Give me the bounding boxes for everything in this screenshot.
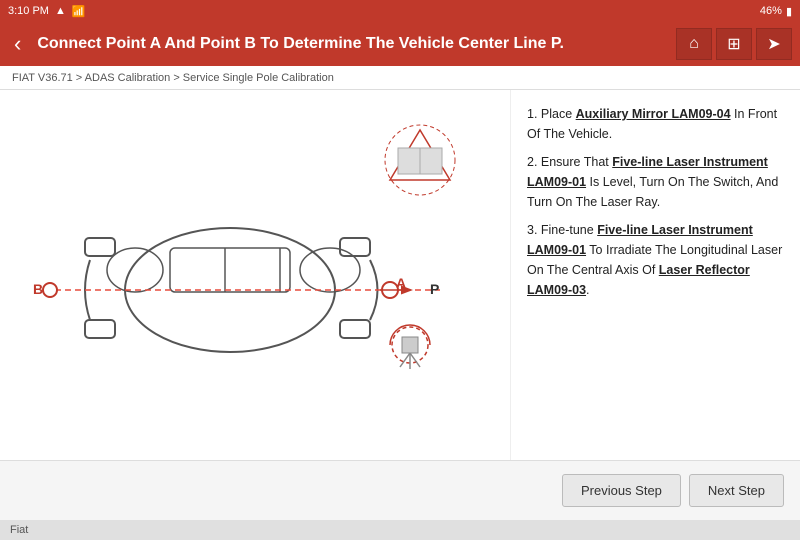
home-icon: ⌂: [689, 35, 699, 53]
main-content: B A P: [0, 90, 800, 460]
svg-text:A: A: [396, 275, 406, 291]
share-icon: ➤: [767, 34, 780, 54]
instruction-step2: 2. Ensure That Five-line Laser Instrumen…: [527, 152, 784, 212]
breadcrumb: FIAT V36.71 > ADAS Calibration > Service…: [0, 66, 800, 90]
grid-button[interactable]: ⊞: [716, 28, 752, 60]
svg-text:B: B: [33, 281, 43, 297]
bottom-bar: Fiat: [0, 520, 800, 540]
status-bar-left: 3:10 PM ▲ 📶: [8, 5, 86, 18]
car-diagram: B A P: [10, 100, 500, 440]
instruction-step1: 1. Place Auxiliary Mirror LAM09-04 In Fr…: [527, 104, 784, 144]
footer: Previous Step Next Step: [0, 460, 800, 520]
instructions-panel: 1. Place Auxiliary Mirror LAM09-04 In Fr…: [510, 90, 800, 460]
status-bar-right: 46% ▮: [760, 5, 792, 18]
brand-label: Fiat: [10, 524, 28, 536]
header: ‹ Connect Point A And Point B To Determi…: [0, 22, 800, 66]
previous-step-button[interactable]: Previous Step: [562, 474, 681, 507]
back-button[interactable]: ‹: [8, 27, 27, 61]
instruction-step3: 3. Fine-tune Five-line Laser Instrument …: [527, 220, 784, 300]
share-button[interactable]: ➤: [756, 28, 792, 60]
step3-prefix: 3. Fine-tune: [527, 223, 597, 237]
home-button[interactable]: ⌂: [676, 28, 712, 60]
grid-icon: ⊞: [727, 34, 740, 54]
battery-level: 46%: [760, 5, 782, 17]
next-step-button[interactable]: Next Step: [689, 474, 784, 507]
wifi-icon: ▲: [55, 5, 66, 17]
step2-prefix: 2. Ensure That: [527, 155, 612, 169]
page-title: Connect Point A And Point B To Determine…: [37, 35, 666, 53]
svg-text:P: P: [430, 281, 439, 297]
battery-icon: ▮: [786, 5, 792, 18]
signal-icon: 📶: [72, 5, 86, 18]
breadcrumb-text: FIAT V36.71 > ADAS Calibration > Service…: [12, 72, 334, 84]
step1-highlight: Auxiliary Mirror LAM09-04: [576, 107, 731, 121]
time-display: 3:10 PM: [8, 5, 49, 17]
step1-prefix: 1. Place: [527, 107, 576, 121]
header-nav-icons: ⌂ ⊞ ➤: [676, 28, 792, 60]
step3-suffix2: .: [586, 283, 589, 297]
status-bar: 3:10 PM ▲ 📶 46% ▮: [0, 0, 800, 22]
diagram-area: B A P: [0, 90, 510, 460]
